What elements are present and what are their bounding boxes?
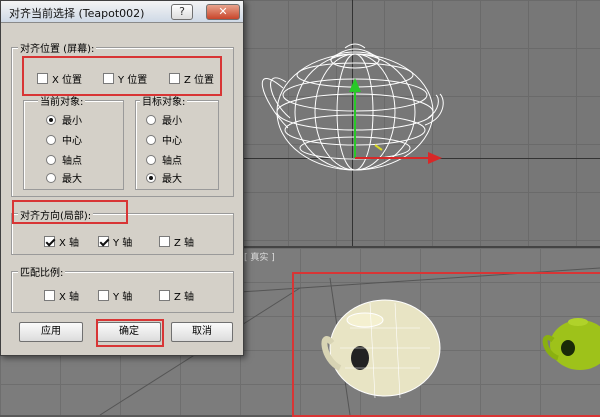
radio-dot[interactable] bbox=[146, 114, 156, 125]
scale-x-label: X 轴 bbox=[59, 292, 80, 303]
current-min-radio[interactable]: 最小 bbox=[46, 112, 82, 127]
highlight-ok-button bbox=[96, 319, 164, 347]
close-button[interactable]: ✕ bbox=[206, 4, 240, 20]
apply-button[interactable]: 应用 bbox=[19, 322, 83, 342]
target-min-radio[interactable]: 最小 bbox=[146, 112, 182, 127]
current-max-radio[interactable]: 最大 bbox=[46, 170, 82, 185]
orient-y-checkbox[interactable]: Y 轴 bbox=[98, 234, 132, 249]
scale-y-checkbox[interactable]: Y 轴 bbox=[98, 288, 132, 303]
current-center-radio[interactable]: 中心 bbox=[46, 132, 82, 147]
orient-z-label: Z 轴 bbox=[174, 238, 195, 249]
radio-label: 轴点 bbox=[62, 156, 82, 167]
radio-label: 中心 bbox=[62, 136, 82, 147]
radio-dot[interactable] bbox=[46, 134, 56, 145]
dialog-titlebar[interactable]: 对齐当前选择 (Teapot002) ? ✕ bbox=[1, 1, 243, 23]
orient-y-label: Y 轴 bbox=[113, 238, 133, 249]
viewport-label[interactable]: [ 真实 ] bbox=[244, 250, 275, 263]
radio-label: 最大 bbox=[62, 174, 82, 185]
radio-dot[interactable] bbox=[46, 154, 56, 165]
radio-label: 轴点 bbox=[162, 156, 182, 167]
radio-dot[interactable] bbox=[46, 172, 56, 183]
current-pivot-radio[interactable]: 轴点 bbox=[46, 152, 82, 167]
orient-z-checkbox[interactable]: Z 轴 bbox=[159, 234, 194, 249]
match-scale-title: 匹配比例: bbox=[18, 264, 66, 279]
help-button[interactable]: ? bbox=[171, 4, 193, 20]
active-viewport-frame bbox=[292, 272, 600, 417]
scale-y-box[interactable] bbox=[98, 290, 109, 301]
radio-label: 最小 bbox=[62, 116, 82, 127]
radio-label: 中心 bbox=[162, 136, 182, 147]
target-max-radio[interactable]: 最大 bbox=[146, 170, 182, 185]
radio-dot[interactable] bbox=[146, 172, 156, 183]
scale-z-checkbox[interactable]: Z 轴 bbox=[159, 288, 194, 303]
highlight-align-position bbox=[22, 56, 222, 96]
radio-dot[interactable] bbox=[46, 114, 56, 125]
orient-x-label: X 轴 bbox=[59, 238, 80, 249]
orient-y-box[interactable] bbox=[98, 236, 109, 247]
scale-x-checkbox[interactable]: X 轴 bbox=[44, 288, 79, 303]
align-position-title: 对齐位置 (屏幕): bbox=[18, 40, 97, 55]
scale-y-label: Y 轴 bbox=[113, 292, 133, 303]
radio-dot[interactable] bbox=[146, 154, 156, 165]
target-center-radio[interactable]: 中心 bbox=[146, 132, 182, 147]
radio-dot[interactable] bbox=[146, 134, 156, 145]
scale-x-box[interactable] bbox=[44, 290, 55, 301]
align-dialog: 对齐当前选择 (Teapot002) ? ✕ 对齐位置 (屏幕): X 位置 Y… bbox=[0, 0, 244, 356]
orient-z-box[interactable] bbox=[159, 236, 170, 247]
orient-x-checkbox[interactable]: X 轴 bbox=[44, 234, 79, 249]
target-pivot-radio[interactable]: 轴点 bbox=[146, 152, 182, 167]
radio-label: 最小 bbox=[162, 116, 182, 127]
dialog-title: 对齐当前选择 (Teapot002) bbox=[9, 7, 145, 20]
scale-z-label: Z 轴 bbox=[174, 292, 195, 303]
scale-z-box[interactable] bbox=[159, 290, 170, 301]
radio-label: 最大 bbox=[162, 174, 182, 185]
orient-x-box[interactable] bbox=[44, 236, 55, 247]
highlight-align-orientation bbox=[12, 200, 128, 224]
cancel-button[interactable]: 取消 bbox=[171, 322, 233, 342]
